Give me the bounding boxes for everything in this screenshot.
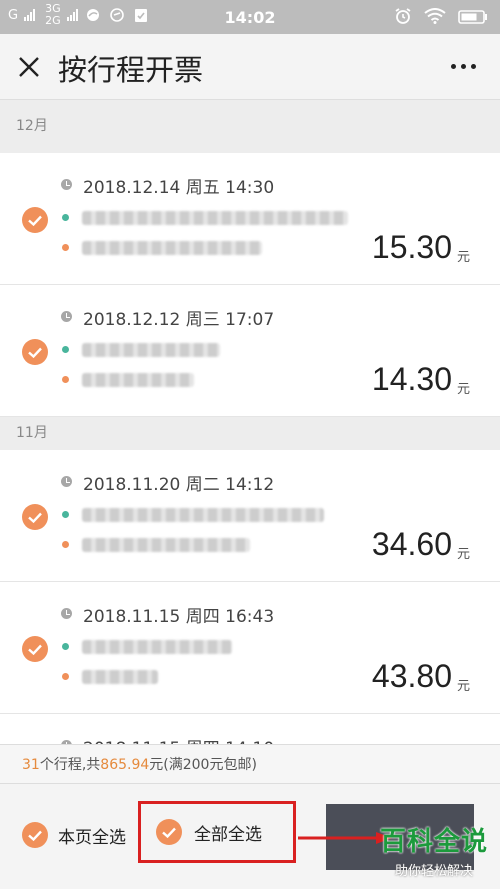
end-address-blurred: [82, 373, 194, 387]
clock-icon: [61, 608, 72, 619]
select-page-checkbox[interactable]: [22, 822, 48, 848]
watermark-title: 百科全说: [379, 827, 488, 857]
month-header: 12月: [0, 100, 500, 153]
trip-amount: 43.80: [371, 658, 452, 694]
select-all-toggle[interactable]: 全部全选: [138, 801, 296, 863]
end-point-icon: [62, 541, 69, 548]
footer-bar: 本页全选 全部全选 百科全说 助你轻松解决: [0, 784, 500, 889]
page-title: 按行程开票: [58, 53, 204, 87]
trip-amount: 15.30: [371, 229, 452, 265]
watermark-subtitle: 助你轻松解决: [394, 864, 473, 879]
trip-amount-unit: 元: [456, 250, 470, 265]
watermark: 百科全说 助你轻松解决: [370, 821, 498, 879]
trip-amount-unit: 元: [456, 679, 470, 694]
select-page-label: 本页全选: [58, 827, 126, 848]
total-amount: 865.94: [100, 757, 150, 773]
clock-icon: [61, 179, 72, 190]
select-all-label: 全部全选: [194, 824, 262, 845]
start-address-blurred: [82, 343, 220, 357]
trip-datetime: 2018.12.14 周五 14:30: [83, 178, 275, 198]
start-point-icon: [62, 511, 69, 518]
month-header: 11月: [0, 417, 500, 450]
check-icon: [162, 827, 176, 839]
end-point-icon: [62, 673, 69, 680]
clock-icon: [61, 311, 72, 322]
start-point-icon: [62, 643, 69, 650]
trip-amount-unit: 元: [456, 382, 470, 397]
trip-datetime: 2018.11.15 周四 14:10: [83, 734, 274, 744]
trip-card[interactable]: 2018.12.14 周五 14:30 15.30 元: [0, 153, 500, 285]
trip-checkbox[interactable]: [22, 504, 48, 530]
end-point-icon: [62, 244, 69, 251]
trip-card[interactable]: 2018.11.15 周四 16:43 43.80 元: [0, 582, 500, 714]
end-point-icon: [62, 376, 69, 383]
select-all-checkbox[interactable]: [156, 819, 182, 845]
check-icon: [28, 347, 42, 359]
trip-card[interactable]: 2018.11.20 周二 14:12 34.60 元: [0, 450, 500, 582]
more-icon-dot: [470, 63, 476, 69]
select-page-toggle[interactable]: 本页全选: [22, 822, 126, 848]
close-button[interactable]: [14, 52, 44, 82]
trip-count-suffix: 个行程,共: [39, 757, 101, 773]
more-icon: [450, 63, 456, 69]
battery-icon: [458, 9, 488, 28]
trip-checkbox[interactable]: [22, 636, 48, 662]
check-icon: [28, 644, 42, 656]
selection-summary: 31个行程,共865.94元(满200元包邮): [0, 744, 500, 784]
status-bar: G 3G 2G 14:02: [0, 0, 500, 34]
wifi-icon: [424, 8, 446, 28]
end-address-blurred: [82, 538, 250, 552]
app-header: 按行程开票: [0, 34, 500, 100]
start-point-icon: [62, 346, 69, 353]
trip-list[interactable]: 12月 2018.12.14 周五 14:30 15.30 元 2018.12.…: [0, 100, 500, 744]
trip-datetime: 2018.11.20 周二 14:12: [83, 475, 275, 495]
status-right: [394, 7, 488, 29]
check-icon: [28, 512, 42, 524]
check-icon: [28, 830, 42, 842]
trip-count: 31: [22, 757, 40, 773]
trip-checkbox[interactable]: [22, 207, 48, 233]
start-address-blurred: [82, 640, 232, 654]
trip-amount-unit: 元: [456, 547, 470, 562]
alarm-icon: [394, 7, 412, 29]
check-icon: [28, 215, 42, 227]
start-address-blurred: [82, 211, 348, 225]
trip-card[interactable]: 2018.12.12 周三 17:07 14.30 元: [0, 285, 500, 417]
more-icon-dot: [460, 63, 466, 69]
start-point-icon: [62, 214, 69, 221]
trip-amount: 14.30: [371, 361, 452, 397]
close-icon: [19, 57, 39, 77]
trip-amount: 34.60: [371, 526, 452, 562]
trip-datetime: 2018.12.12 周三 17:07: [83, 310, 275, 330]
trip-datetime: 2018.11.15 周四 16:43: [83, 607, 275, 627]
trip-card[interactable]: 2018.11.15 周四 14:10: [0, 714, 500, 744]
end-address-blurred: [82, 670, 158, 684]
more-button[interactable]: [448, 56, 478, 76]
clock-icon: [61, 476, 72, 487]
end-address-blurred: [82, 241, 262, 255]
start-address-blurred: [82, 508, 324, 522]
total-amount-suffix: 元(满200元包邮): [149, 757, 257, 773]
trip-checkbox[interactable]: [22, 339, 48, 365]
